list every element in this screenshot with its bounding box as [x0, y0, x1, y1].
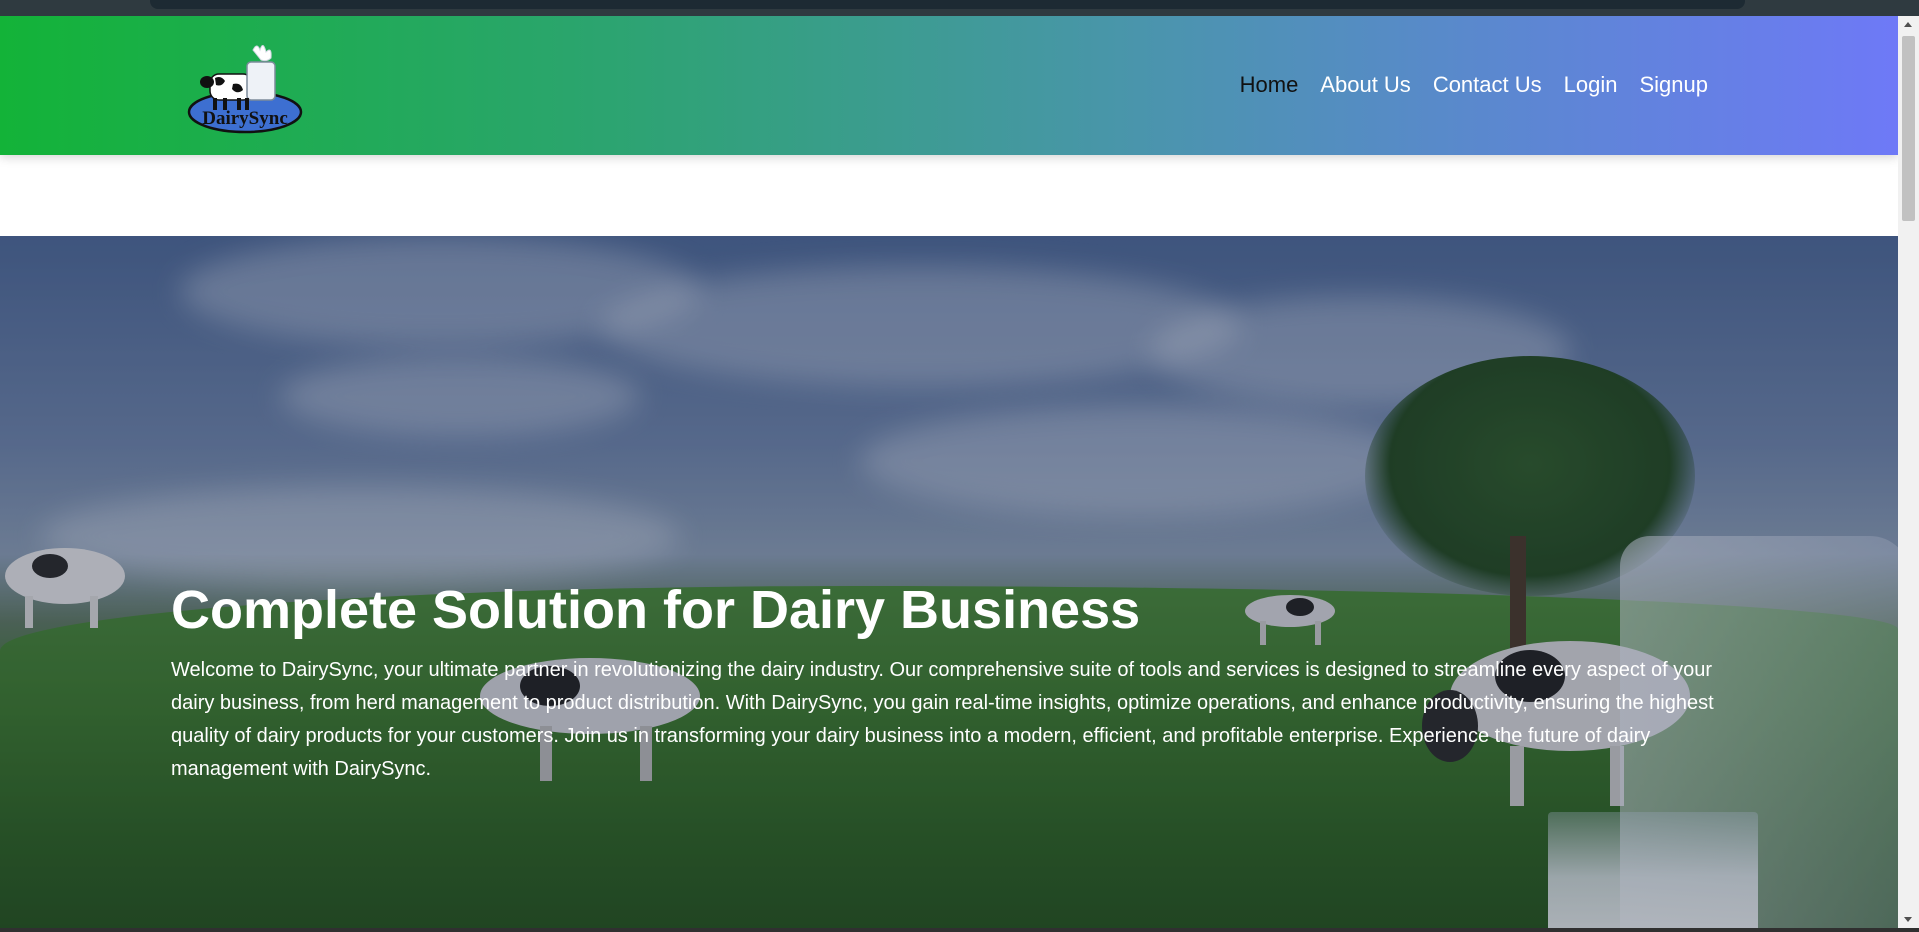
- nav-home-link[interactable]: Home: [1240, 72, 1299, 98]
- hero-section: Complete Solution for Dairy Business Wel…: [0, 236, 1898, 928]
- hero-title: Complete Solution for Dairy Business: [171, 580, 1141, 640]
- scroll-down-icon[interactable]: [1904, 917, 1912, 922]
- browser-top-strip: [0, 0, 1919, 16]
- nav-signup-link[interactable]: Signup: [1639, 72, 1708, 98]
- scrollbar-thumb[interactable]: [1902, 36, 1915, 221]
- main-nav: Home About Us Contact Us Login Signup: [1240, 72, 1708, 98]
- scroll-up-icon[interactable]: [1904, 22, 1912, 27]
- page-scrollbar[interactable]: [1898, 16, 1919, 928]
- nav-login-link[interactable]: Login: [1564, 72, 1618, 98]
- nav-contact-link[interactable]: Contact Us: [1433, 72, 1542, 98]
- page-viewport: DairySync Home About Us Contact Us Login…: [0, 16, 1898, 928]
- hero-content: Complete Solution for Dairy Business Wel…: [171, 580, 1731, 786]
- hero-description: Welcome to DairySync, your ultimate part…: [171, 659, 1714, 781]
- milk-splash-icon: [252, 45, 272, 62]
- browser-bottom-strip: [0, 928, 1919, 932]
- dairysync-logo[interactable]: DairySync: [185, 42, 305, 136]
- nav-about-link[interactable]: About Us: [1320, 72, 1411, 98]
- navbar: DairySync Home About Us Contact Us Login…: [0, 16, 1898, 155]
- header-spacer: [0, 155, 1898, 236]
- logo-text: DairySync: [202, 108, 288, 129]
- browser-address-bar: [150, 0, 1745, 9]
